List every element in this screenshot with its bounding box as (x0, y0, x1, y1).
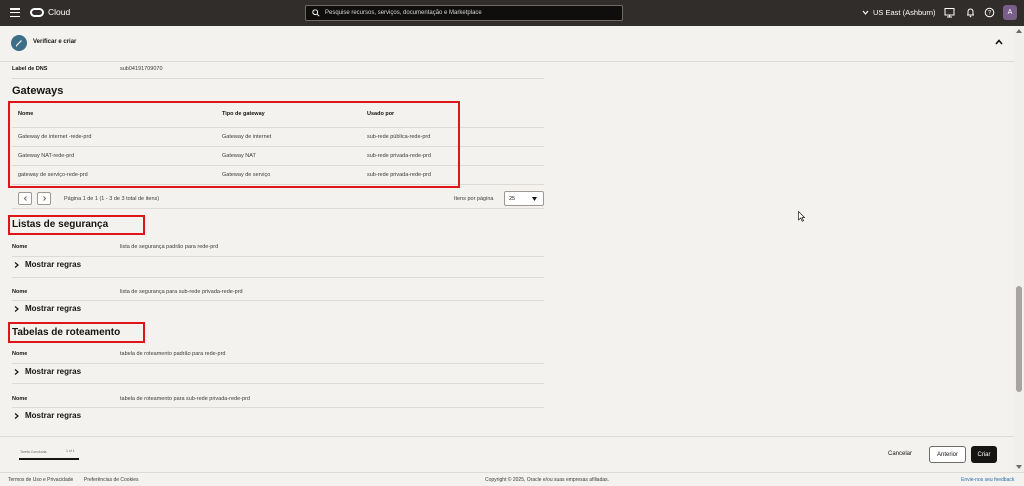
region-label: US East (Ashburn) (873, 8, 936, 17)
cookie-preferences-link[interactable]: Preferências de Cookies (84, 477, 138, 483)
create-button[interactable]: Criar (971, 446, 997, 463)
security-list-name-label: Nome (12, 244, 28, 250)
next-page-button[interactable] (37, 192, 51, 205)
pencil-icon (16, 40, 22, 47)
show-rules-toggle[interactable]: Mostrar regras (14, 367, 81, 376)
feedback-link[interactable]: Envie-nos seu feedback (961, 477, 1014, 483)
oracle-logo-icon[interactable] (30, 8, 44, 17)
show-rules-label: Mostrar regras (25, 367, 82, 376)
caret-down-icon (532, 197, 537, 201)
vertical-scrollbar[interactable] (1014, 26, 1024, 472)
divider (12, 256, 544, 257)
pagination-info: Página 1 de 1 (1 - 3 de 3 total de itens… (64, 196, 160, 202)
security-lists-highlight-box (8, 215, 145, 235)
divider (12, 277, 544, 278)
route-table-name-label: Nome (12, 351, 28, 357)
progress-label: Tarefa Concluída (20, 450, 47, 454)
developer-tools-icon[interactable] (944, 7, 955, 18)
mouse-cursor-icon (798, 211, 805, 222)
show-rules-label: Mostrar regras (25, 260, 82, 269)
page-footer: Termos de Uso e Privacidade Preferências… (0, 472, 1024, 486)
previous-button[interactable]: Anterior (929, 446, 966, 463)
route-table-name-label: Nome (12, 396, 28, 402)
gateways-highlight-box (8, 101, 460, 188)
review-panel: Verificar e criar Label de DNS sub041917… (0, 26, 1014, 436)
chevron-left-icon (23, 196, 27, 201)
step-header: Verificar e criar (0, 26, 1014, 62)
show-rules-label: Mostrar regras (25, 411, 82, 420)
notifications-bell-icon[interactable] (965, 7, 976, 18)
cancel-button[interactable]: Cancelar (888, 451, 912, 457)
items-per-page-select[interactable]: 25 (504, 191, 544, 206)
chevron-right-icon (14, 261, 19, 268)
brand-name: Cloud (48, 7, 71, 17)
hamburger-menu-icon[interactable] (10, 8, 20, 17)
scroll-up-arrow-icon[interactable] (1016, 29, 1022, 33)
chevron-right-icon (42, 196, 46, 201)
progress-bar-fill (19, 458, 79, 460)
progress-bar (19, 458, 79, 460)
divider (12, 78, 544, 79)
divider (12, 383, 544, 384)
top-navigation-bar: Cloud Pesquise recursos, serviços, docum… (0, 0, 1024, 26)
help-icon[interactable]: ? (984, 7, 995, 18)
show-rules-toggle[interactable]: Mostrar regras (14, 304, 81, 313)
chevron-right-icon (14, 305, 19, 312)
terms-link[interactable]: Termos de Uso e Privacidade (8, 477, 73, 483)
previous-page-button[interactable] (18, 192, 32, 205)
search-placeholder: Pesquise recursos, serviços, documentaçã… (325, 10, 482, 16)
step-edit-indicator (11, 35, 27, 51)
show-rules-label: Mostrar regras (25, 304, 82, 313)
show-rules-toggle[interactable]: Mostrar regras (14, 260, 81, 269)
scroll-down-arrow-icon[interactable] (1016, 465, 1022, 469)
security-list-name: lista de segurança padrão para rede-prd (120, 244, 219, 250)
chevron-down-icon (862, 10, 869, 15)
dns-value: sub04191709070 (120, 66, 163, 72)
gateways-heading: Gateways (12, 85, 64, 97)
search-input[interactable]: Pesquise recursos, serviços, documentaçã… (305, 5, 623, 21)
wizard-footer: Tarefa Concluída 1 of 1 Cancelar Anterio… (0, 436, 1014, 472)
search-icon (312, 9, 320, 17)
route-table-name: tabela de roteamento padrão para rede-pr… (120, 351, 226, 357)
progress-count: 1 of 1 (66, 449, 75, 453)
route-table-name: tabela de roteamento para sub-rede priva… (120, 396, 250, 402)
svg-text:?: ? (988, 11, 992, 17)
scrollbar-thumb[interactable] (1016, 286, 1022, 392)
divider (12, 407, 544, 408)
chevron-right-icon (14, 412, 19, 419)
show-rules-toggle[interactable]: Mostrar regras (14, 411, 81, 420)
items-per-page-value: 25 (509, 196, 516, 202)
security-list-name-label: Nome (12, 289, 28, 295)
table-pagination: Página 1 de 1 (1 - 3 de 3 total de itens… (12, 189, 544, 209)
region-selector[interactable]: US East (Ashburn) (862, 8, 936, 17)
chevron-right-icon (14, 368, 19, 375)
copyright-text: Copyright © 2025, Oracle e/ou suas empre… (485, 477, 610, 483)
dns-label: Label de DNS (12, 66, 48, 72)
divider (12, 363, 544, 364)
step-title: Verificar e criar (33, 39, 77, 45)
user-avatar[interactable]: A (1003, 5, 1017, 20)
items-per-page-label: Itens por página (454, 196, 494, 202)
route-tables-highlight-box (8, 322, 145, 343)
security-list-name: lista de segurança para sub-rede privada… (120, 289, 243, 295)
chevron-up-icon[interactable] (994, 38, 1004, 46)
divider (12, 300, 544, 301)
